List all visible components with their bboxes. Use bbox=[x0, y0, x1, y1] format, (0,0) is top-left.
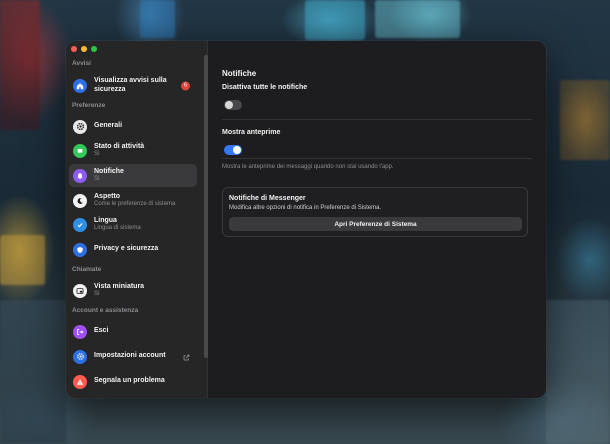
sidebar-item-vista-miniatura[interactable]: Vista miniatura Sì bbox=[69, 279, 197, 302]
show-previews-toggle[interactable] bbox=[224, 145, 242, 155]
sidebar-item-label: Segnala un problema bbox=[94, 377, 165, 385]
sidebar-item-sublabel: Come le preferenze di sistema bbox=[94, 201, 176, 208]
disable-all-label: Disattiva tutte le notifiche bbox=[222, 84, 308, 91]
section-label-preferenze: Preferenze bbox=[72, 102, 106, 109]
sidebar-item-label: Lingua bbox=[94, 217, 117, 225]
settings-window: Avvisi Visualizza avvisi sulla sicurezza… bbox=[66, 41, 546, 398]
messenger-notifications-card: Notifiche di Messenger Modifica altre op… bbox=[222, 187, 528, 237]
page-title: Notifiche bbox=[222, 69, 257, 78]
picture-in-picture-icon bbox=[73, 283, 87, 298]
sidebar-item-sublabel: Sì bbox=[94, 151, 100, 158]
zoom-window-button[interactable] bbox=[91, 46, 97, 52]
sidebar-item-aspetto[interactable]: Aspetto Come le preferenze di sistema bbox=[69, 189, 197, 212]
section-label-account: Account e assistenza bbox=[72, 307, 139, 314]
sidebar-item-label: Vista miniatura bbox=[94, 283, 145, 291]
sidebar-item-sublabel: Lingua di sistema bbox=[94, 225, 141, 232]
globe-icon bbox=[73, 217, 87, 232]
sidebar-item-report-problem[interactable]: Segnala un problema bbox=[69, 370, 197, 393]
warning-icon bbox=[73, 374, 87, 389]
disable-all-toggle[interactable] bbox=[224, 100, 242, 110]
sidebar-item-label: Generali bbox=[94, 122, 123, 130]
show-previews-label: Mostra anteprime bbox=[222, 129, 281, 136]
gear-icon bbox=[73, 119, 87, 134]
sidebar: Avvisi Visualizza avvisi sulla sicurezza… bbox=[66, 41, 208, 398]
window-controls bbox=[71, 46, 97, 52]
toggle-knob bbox=[225, 101, 233, 109]
sidebar-item-esci[interactable]: Esci bbox=[69, 320, 197, 343]
activity-status-icon bbox=[73, 143, 87, 158]
sidebar-item-label: Visualizza avvisi sulla sicurezza bbox=[94, 77, 167, 93]
shield-icon bbox=[73, 242, 87, 257]
open-system-preferences-button[interactable]: Apri Preferenze di Sistema bbox=[229, 217, 522, 231]
sidebar-item-label: Notifiche bbox=[94, 168, 124, 176]
sidebar-item-label: Stato di attività bbox=[94, 143, 145, 151]
notification-count-badge: 6 bbox=[181, 81, 190, 90]
divider bbox=[222, 158, 532, 159]
notifications-panel: Notifiche Disattiva tutte le notifiche M… bbox=[208, 41, 546, 398]
sidebar-item-security-alerts[interactable]: Visualizza avvisi sulla sicurezza 6 bbox=[69, 74, 197, 97]
toggle-knob bbox=[233, 146, 241, 154]
bell-icon bbox=[73, 168, 87, 183]
sidebar-item-account-settings[interactable]: Impostazioni account bbox=[69, 345, 197, 368]
sidebar-item-label: Privacy e sicurezza bbox=[94, 245, 159, 253]
sidebar-item-label: Aspetto bbox=[94, 193, 121, 201]
sidebar-item-activity-status[interactable]: Stato di attività Sì bbox=[69, 139, 197, 162]
close-window-button[interactable] bbox=[71, 46, 77, 52]
show-previews-hint: Mostra le anteprime dei messaggi quando … bbox=[222, 164, 394, 170]
sidebar-item-notifiche[interactable]: Notifiche Sì bbox=[69, 164, 197, 187]
sidebar-item-sublabel: Sì bbox=[94, 291, 100, 298]
sidebar-item-sublabel: Sì bbox=[94, 176, 100, 183]
sidebar-item-lingua[interactable]: Lingua Lingua di sistema bbox=[69, 213, 197, 236]
sidebar-item-label: Impostazioni account bbox=[94, 352, 166, 360]
sidebar-item-label: Esci bbox=[94, 327, 109, 335]
home-icon bbox=[73, 78, 87, 93]
section-label-chiamate: Chiamate bbox=[72, 266, 102, 273]
card-description: Modifica altre opzioni di notifica in Pr… bbox=[229, 205, 382, 211]
divider bbox=[222, 119, 532, 120]
logout-icon bbox=[73, 324, 87, 339]
sidebar-item-generali[interactable]: Generali bbox=[69, 115, 197, 138]
account-settings-icon bbox=[73, 349, 87, 364]
section-label-avvisi: Avvisi bbox=[72, 60, 91, 67]
external-link-icon bbox=[183, 348, 190, 366]
card-title: Notifiche di Messenger bbox=[229, 195, 306, 202]
sidebar-item-privacy[interactable]: Privacy e sicurezza bbox=[69, 238, 197, 261]
minimize-window-button[interactable] bbox=[81, 46, 87, 52]
moon-icon bbox=[73, 193, 87, 208]
